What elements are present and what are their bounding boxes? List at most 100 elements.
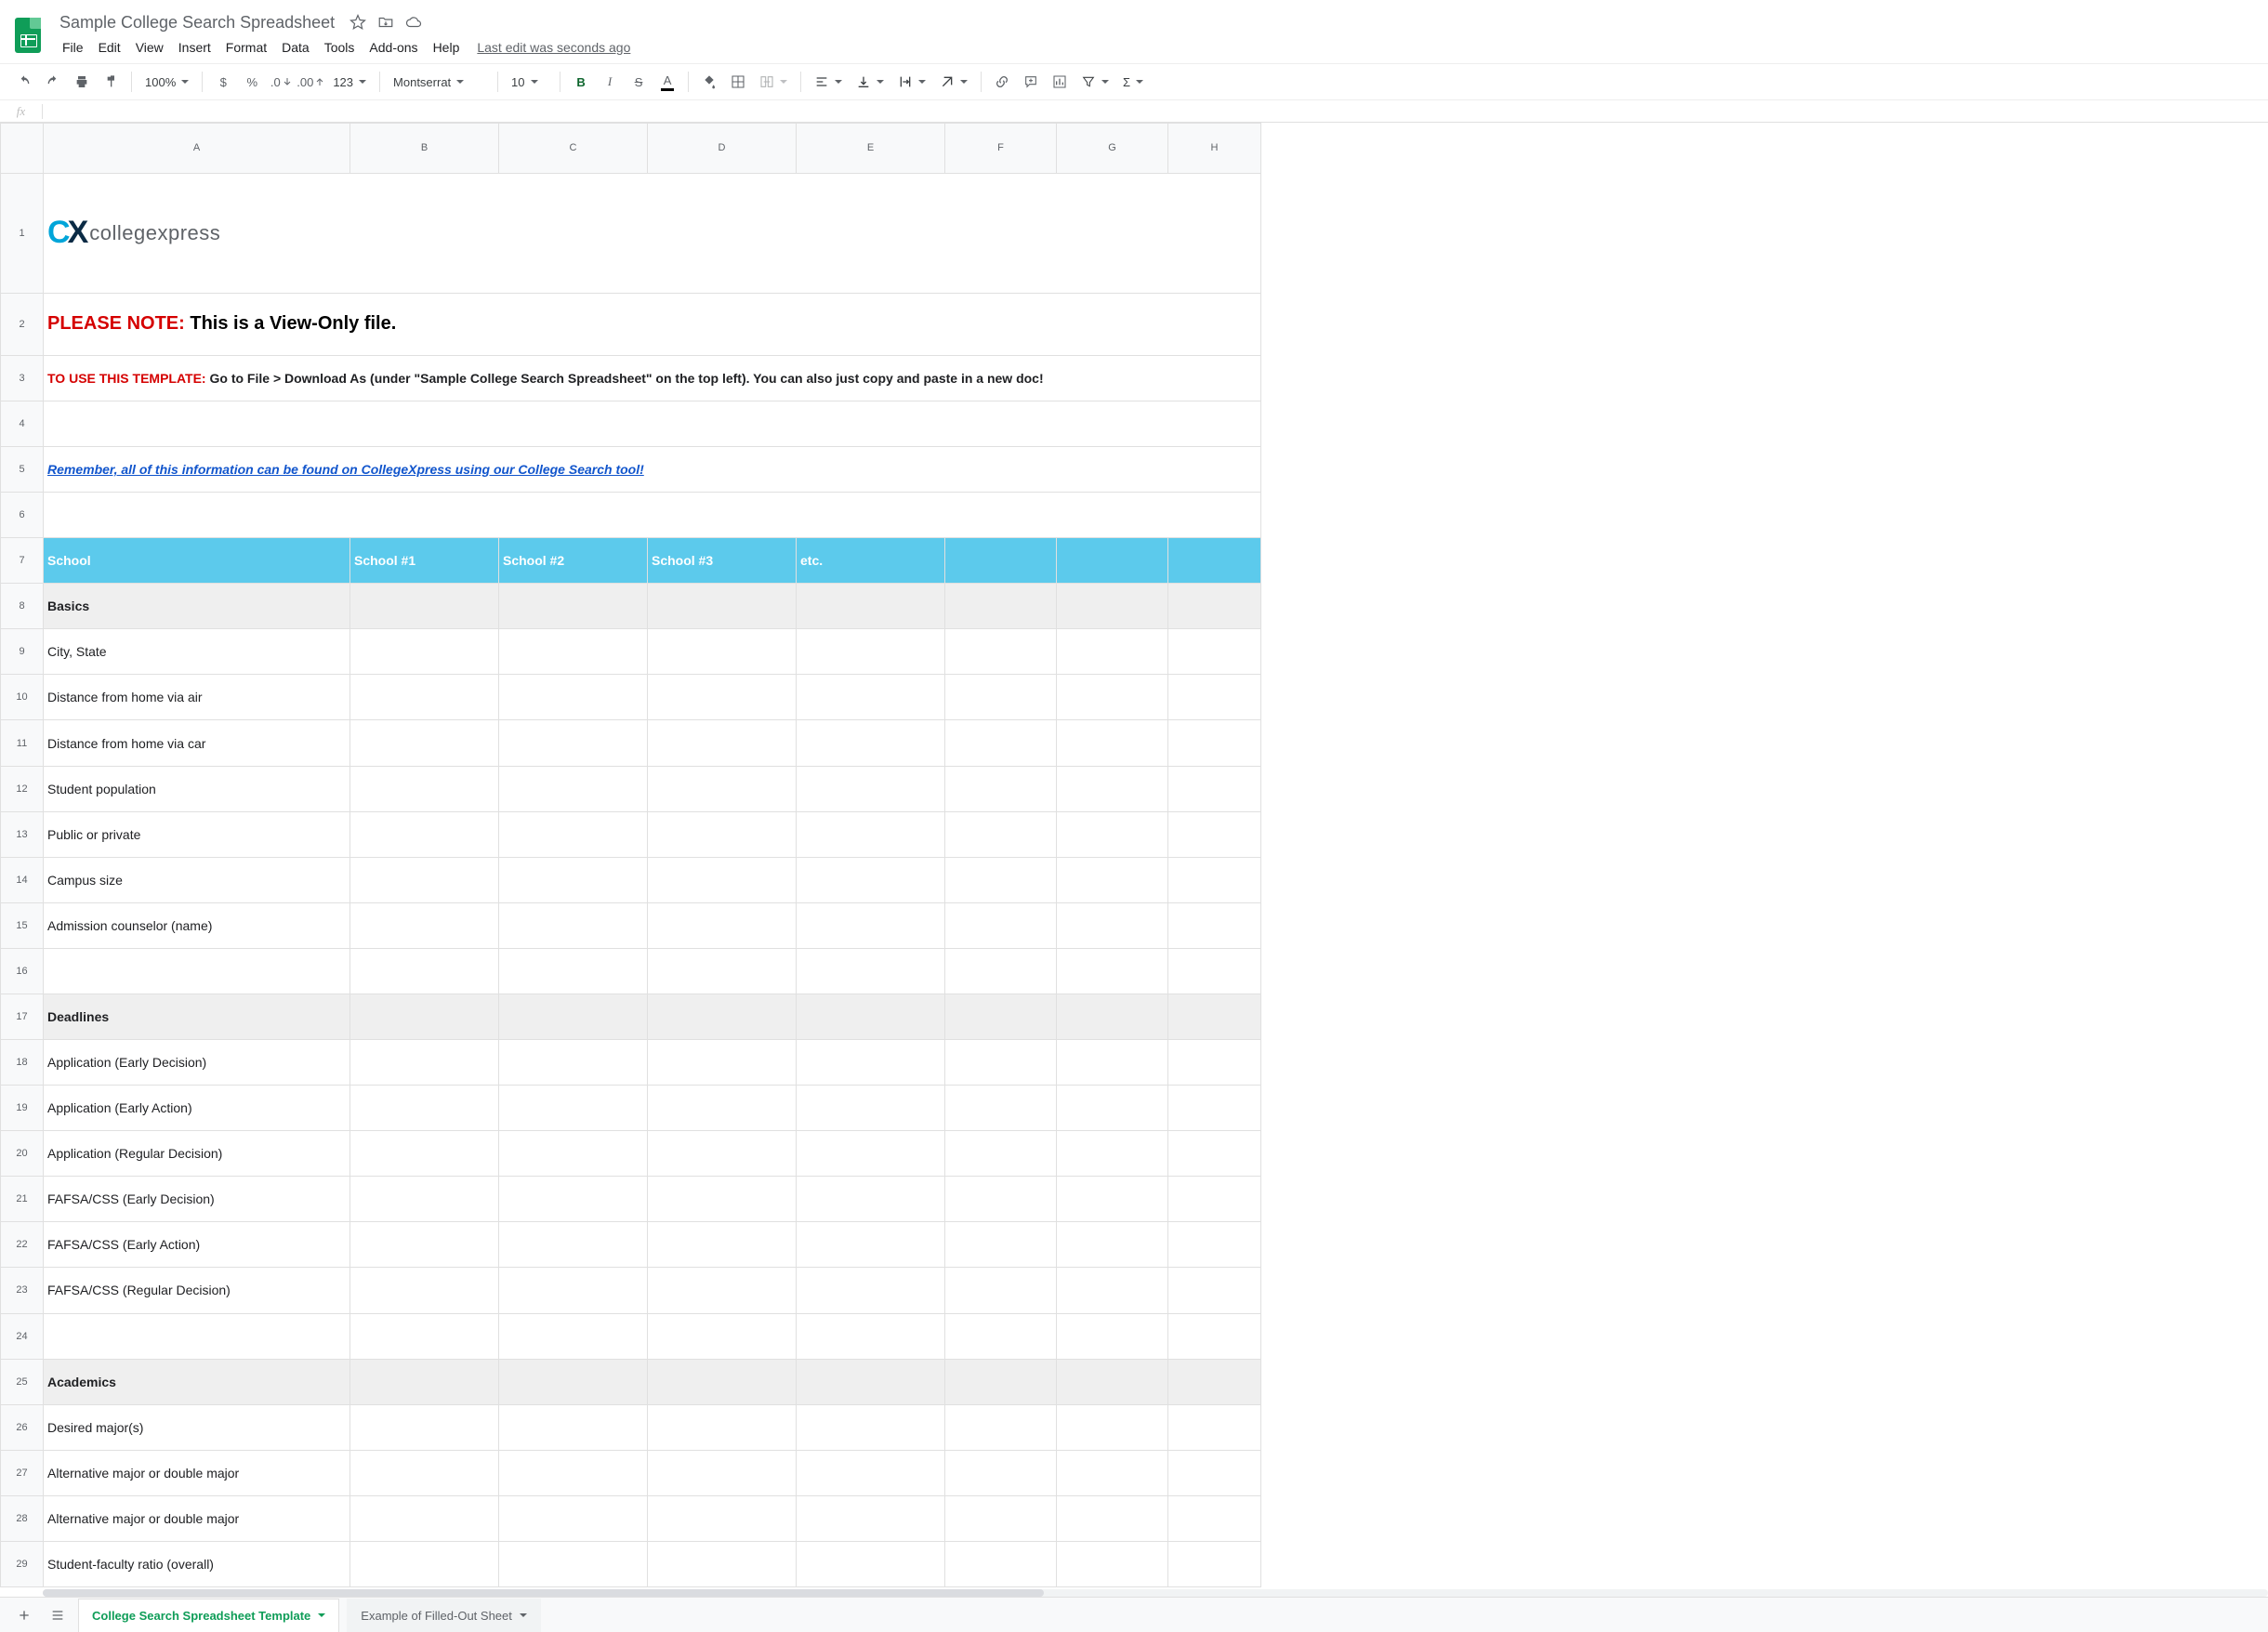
strike-button[interactable]: S <box>626 69 652 95</box>
cell[interactable] <box>350 1131 499 1177</box>
cell[interactable] <box>350 994 499 1039</box>
cell[interactable] <box>350 1359 499 1404</box>
cell[interactable] <box>797 1404 945 1450</box>
currency-button[interactable]: $ <box>210 69 236 95</box>
menu-data[interactable]: Data <box>275 36 316 59</box>
row-header[interactable]: 9 <box>1 629 44 675</box>
cell[interactable] <box>499 994 648 1039</box>
cell[interactable] <box>350 811 499 857</box>
undo-button[interactable] <box>11 69 37 95</box>
cell[interactable] <box>499 811 648 857</box>
cell[interactable] <box>797 584 945 629</box>
cell[interactable] <box>350 1177 499 1222</box>
cell[interactable] <box>945 1359 1057 1404</box>
cell[interactable] <box>499 1268 648 1313</box>
cell[interactable] <box>499 1359 648 1404</box>
cell[interactable] <box>499 948 648 994</box>
h-align-button[interactable] <box>809 69 848 95</box>
cell[interactable] <box>1057 1131 1168 1177</box>
cell-link[interactable]: Remember, all of this information can be… <box>44 446 1261 492</box>
cell[interactable] <box>648 1131 797 1177</box>
cell[interactable] <box>1057 948 1168 994</box>
functions-button[interactable]: Σ <box>1117 69 1149 95</box>
sheets-logo[interactable] <box>9 11 46 59</box>
cell[interactable] <box>499 629 648 675</box>
cell[interactable]: Campus size <box>44 857 350 902</box>
cell[interactable] <box>797 720 945 766</box>
cell[interactable] <box>1168 902 1261 948</box>
bold-button[interactable]: B <box>568 69 594 95</box>
cell[interactable] <box>499 1222 648 1268</box>
cell[interactable]: Deadlines <box>44 994 350 1039</box>
cell[interactable] <box>499 584 648 629</box>
rotate-button[interactable] <box>934 69 973 95</box>
row-header[interactable]: 12 <box>1 766 44 811</box>
cell[interactable] <box>499 1040 648 1086</box>
cell[interactable] <box>1057 1222 1168 1268</box>
col-header[interactable]: B <box>350 124 499 174</box>
cell[interactable] <box>945 1040 1057 1086</box>
row-header[interactable]: 26 <box>1 1404 44 1450</box>
decrease-decimal-button[interactable]: .0 <box>268 69 294 95</box>
row-header[interactable]: 19 <box>1 1086 44 1131</box>
cell[interactable] <box>797 1131 945 1177</box>
cell[interactable] <box>44 1313 350 1359</box>
menu-addons[interactable]: Add-ons <box>363 36 424 59</box>
v-align-button[interactable] <box>850 69 890 95</box>
cell[interactable] <box>648 994 797 1039</box>
menu-edit[interactable]: Edit <box>92 36 127 59</box>
cell[interactable] <box>499 1404 648 1450</box>
row-header[interactable]: 1 <box>1 173 44 293</box>
cell[interactable] <box>1057 1313 1168 1359</box>
cell[interactable] <box>648 811 797 857</box>
horizontal-scrollbar[interactable] <box>43 1589 2268 1597</box>
cell[interactable] <box>797 1268 945 1313</box>
print-button[interactable] <box>69 69 95 95</box>
row-header[interactable]: 23 <box>1 1268 44 1313</box>
cell[interactable] <box>945 857 1057 902</box>
header-cell[interactable] <box>945 538 1057 584</box>
cell[interactable] <box>648 1268 797 1313</box>
scrollbar-thumb[interactable] <box>43 1589 1044 1597</box>
cell[interactable] <box>499 1313 648 1359</box>
cell[interactable] <box>945 811 1057 857</box>
menu-tools[interactable]: Tools <box>318 36 362 59</box>
cell[interactable] <box>945 948 1057 994</box>
cell[interactable] <box>499 1131 648 1177</box>
cell[interactable] <box>499 1495 648 1541</box>
cell[interactable] <box>1168 994 1261 1039</box>
row-header[interactable]: 21 <box>1 1177 44 1222</box>
header-cell[interactable]: School <box>44 538 350 584</box>
cell[interactable] <box>648 1541 797 1586</box>
cell[interactable] <box>350 1268 499 1313</box>
cell[interactable] <box>945 1495 1057 1541</box>
cell[interactable] <box>1057 1086 1168 1131</box>
cell[interactable] <box>797 948 945 994</box>
cell[interactable] <box>648 948 797 994</box>
cell[interactable]: City, State <box>44 629 350 675</box>
cell[interactable] <box>648 584 797 629</box>
cell[interactable] <box>350 584 499 629</box>
cell[interactable] <box>1168 1177 1261 1222</box>
cell[interactable] <box>797 902 945 948</box>
row-header[interactable]: 3 <box>1 355 44 401</box>
cell[interactable] <box>1057 1177 1168 1222</box>
cell[interactable] <box>1168 1131 1261 1177</box>
cell[interactable]: Distance from home via air <box>44 675 350 720</box>
cell[interactable] <box>797 1495 945 1541</box>
cell[interactable]: Alternative major or double major <box>44 1495 350 1541</box>
header-cell[interactable]: etc. <box>797 538 945 584</box>
paint-format-button[interactable] <box>98 69 124 95</box>
cell[interactable] <box>945 1131 1057 1177</box>
cell[interactable] <box>648 1404 797 1450</box>
row-header[interactable]: 22 <box>1 1222 44 1268</box>
cell[interactable] <box>350 720 499 766</box>
cell[interactable] <box>1057 1404 1168 1450</box>
percent-button[interactable]: % <box>239 69 265 95</box>
header-cell[interactable]: School #3 <box>648 538 797 584</box>
col-header[interactable]: C <box>499 124 648 174</box>
cell[interactable] <box>1168 1313 1261 1359</box>
cell[interactable] <box>648 1222 797 1268</box>
cell[interactable]: Desired major(s) <box>44 1404 350 1450</box>
cell[interactable] <box>648 1177 797 1222</box>
